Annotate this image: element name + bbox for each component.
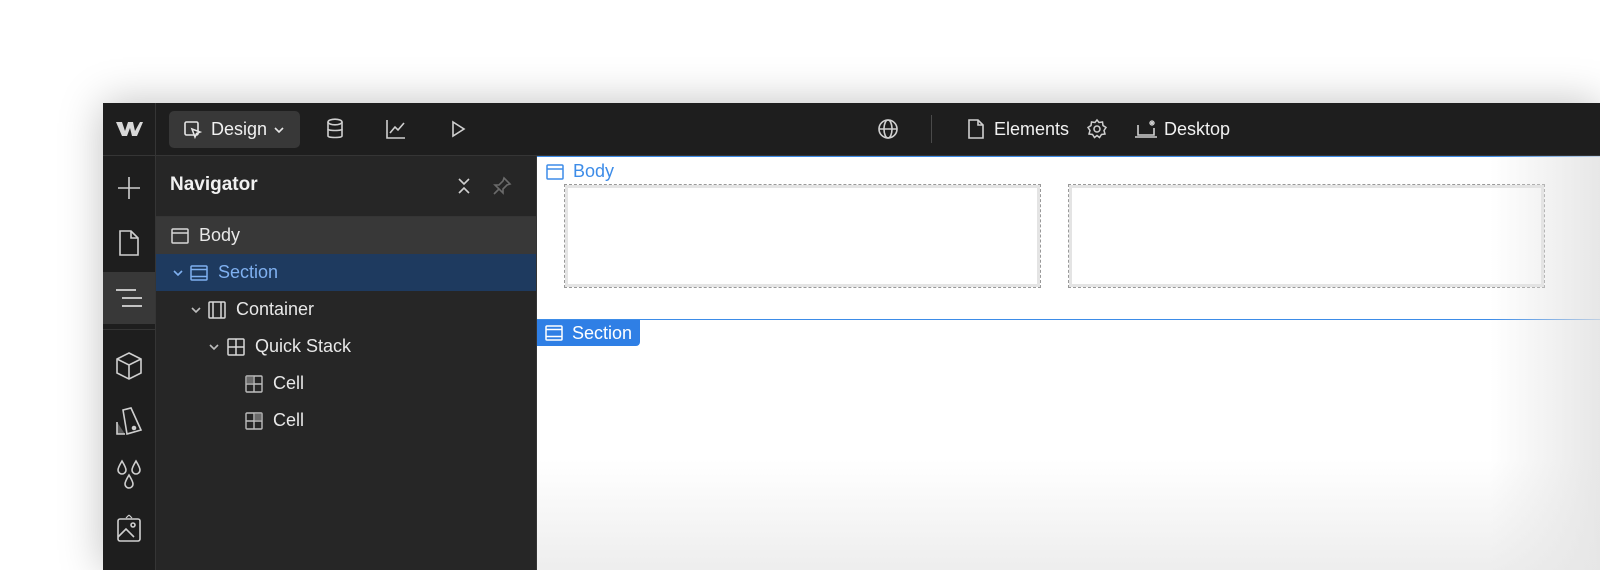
tree-item-cell[interactable]: Cell: [156, 365, 536, 402]
navigator-panel: Navigator Body Section Container Quick S…: [156, 156, 537, 570]
chevron-down-icon[interactable]: [172, 267, 184, 279]
body-icon: [546, 163, 564, 180]
tree-item-label: Container: [236, 299, 315, 319]
breakpoint-icon[interactable]: [1134, 117, 1160, 141]
design-canvas[interactable]: Body Section: [537, 156, 1600, 570]
variables-icon[interactable]: [103, 448, 155, 500]
assets-icon[interactable]: [103, 502, 155, 554]
navigator-icon[interactable]: [103, 272, 155, 324]
body-outline: [537, 156, 1600, 157]
design-label: Design: [211, 119, 268, 139]
tree-item-quick-stack[interactable]: Quick Stack: [156, 328, 536, 365]
tree-item-container[interactable]: Container: [156, 291, 536, 328]
tree-item-body[interactable]: Body: [156, 217, 536, 254]
navigator-title: Navigator: [170, 174, 258, 195]
navigator-header: Navigator: [156, 156, 536, 217]
pages-icon[interactable]: [103, 217, 155, 269]
cursor-icon: [184, 120, 203, 139]
tree-item-label: Cell: [273, 410, 305, 430]
style-selector-icon[interactable]: [103, 395, 155, 447]
database-icon[interactable]: [323, 117, 347, 141]
collapse-all-icon[interactable]: [454, 176, 474, 201]
section-icon: [190, 264, 208, 281]
pin-icon[interactable]: [492, 176, 512, 201]
canvas-cell[interactable]: [1068, 184, 1545, 288]
left-rail: [103, 156, 156, 570]
toolbar-divider: [931, 115, 932, 143]
grid-icon: [227, 337, 245, 356]
section-element-label[interactable]: Section: [537, 320, 641, 346]
page-icon: [964, 117, 988, 141]
add-icon[interactable]: [103, 162, 155, 214]
designer-window: Design Elements Desktop Navigator Body S…: [103, 103, 1600, 570]
tree-item-label: Body: [199, 225, 241, 245]
gear-icon[interactable]: [1085, 117, 1109, 141]
page-selector[interactable]: Elements: [994, 117, 1069, 141]
chevron-down-icon[interactable]: [190, 304, 202, 316]
breakpoint-label[interactable]: Desktop: [1164, 117, 1230, 141]
cell-icon: [245, 411, 263, 430]
design-mode-button[interactable]: Design: [169, 111, 300, 148]
webflow-logo-icon[interactable]: [103, 103, 156, 155]
tree-item-label: Quick Stack: [255, 336, 352, 356]
section-icon: [545, 325, 563, 341]
play-icon[interactable]: [446, 117, 470, 141]
components-icon[interactable]: [103, 340, 155, 392]
globe-icon[interactable]: [876, 117, 900, 141]
canvas-cell[interactable]: [564, 184, 1041, 288]
body-icon: [171, 227, 189, 244]
section-outline: [537, 319, 1600, 320]
container-icon: [208, 300, 226, 319]
tree-item-cell[interactable]: Cell: [156, 402, 536, 439]
cell-icon: [245, 374, 263, 393]
canvas-bottom-fade: [537, 460, 1600, 570]
body-element-label[interactable]: Body: [545, 161, 614, 182]
top-toolbar: Design Elements Desktop: [103, 103, 1600, 156]
chevron-down-icon[interactable]: [208, 341, 220, 353]
tree-item-section[interactable]: Section: [156, 254, 536, 291]
analytics-icon[interactable]: [384, 117, 408, 141]
tree-item-label: Cell: [273, 373, 305, 393]
tree-item-label: Section: [218, 262, 279, 282]
chevron-down-icon: [274, 126, 284, 133]
